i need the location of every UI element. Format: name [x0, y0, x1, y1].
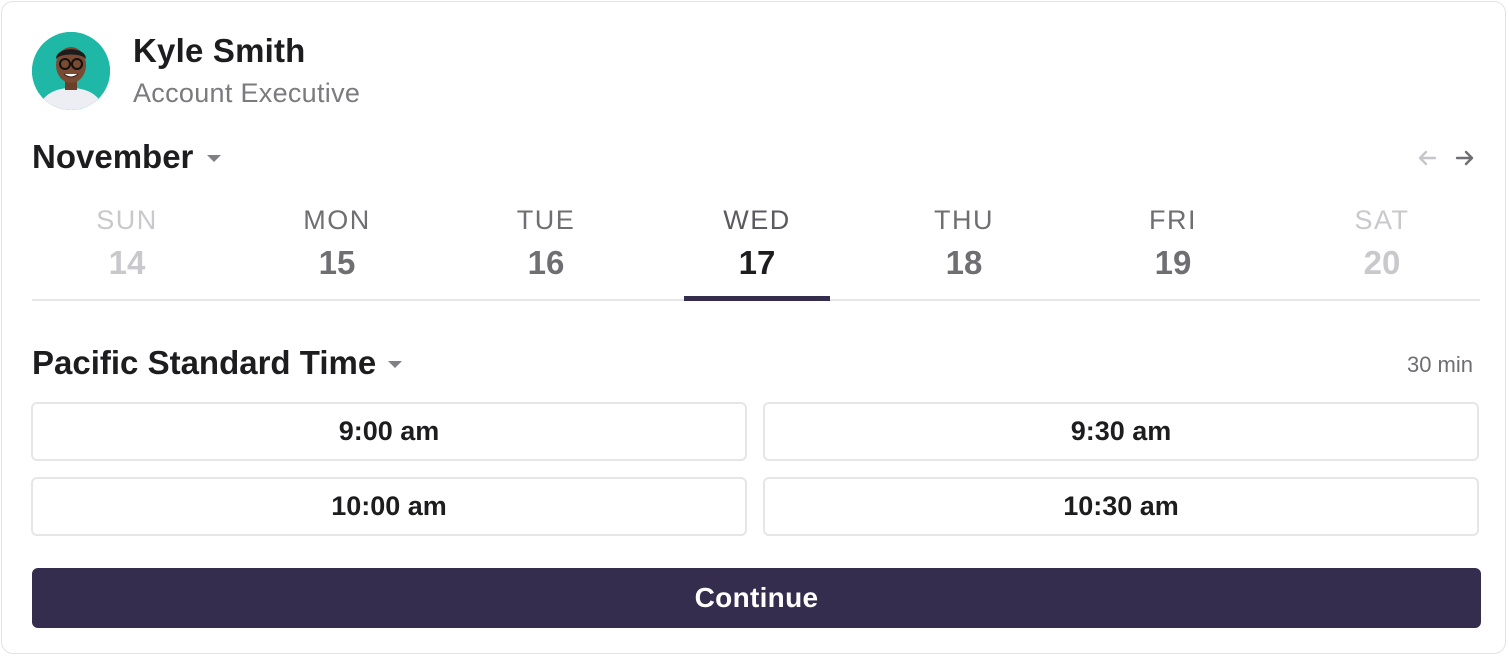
- time-slot-button[interactable]: 10:30 am: [763, 477, 1479, 536]
- month-label: November: [32, 138, 194, 175]
- day-name: MON: [303, 205, 371, 235]
- day-number: 20: [1363, 244, 1401, 281]
- day-number: 14: [108, 244, 146, 281]
- day-name: SAT: [1354, 205, 1410, 235]
- day-wed[interactable]: WED 17: [684, 202, 830, 301]
- day-sun: SUN 14: [54, 202, 200, 299]
- day-name: WED: [723, 205, 791, 235]
- day-number: 15: [318, 244, 356, 281]
- arrow-left-icon[interactable]: [1415, 146, 1439, 170]
- day-name: FRI: [1149, 205, 1197, 235]
- timezone-selector[interactable]: Pacific Standard Time: [32, 344, 403, 382]
- day-mon[interactable]: MON 15: [264, 202, 410, 299]
- week-navigation: [1415, 146, 1477, 170]
- avatar: [32, 32, 110, 110]
- day-number: 17: [738, 244, 776, 281]
- day-number: 18: [945, 244, 983, 281]
- arrow-right-icon[interactable]: [1453, 146, 1477, 170]
- chevron-down-icon: [388, 360, 403, 368]
- timezone-label: Pacific Standard Time: [32, 344, 377, 381]
- day-thu[interactable]: THU 18: [891, 202, 1037, 299]
- person-avatar-icon: [32, 32, 110, 110]
- time-slot-button[interactable]: 10:00 am: [31, 477, 747, 536]
- chevron-down-icon: [207, 154, 222, 162]
- selected-day-indicator: [684, 296, 830, 301]
- day-number: 16: [527, 244, 565, 281]
- meeting-duration: 30 min: [1406, 352, 1473, 377]
- time-slot-button[interactable]: 9:00 am: [31, 402, 747, 461]
- continue-button[interactable]: Continue: [32, 568, 1481, 628]
- day-fri[interactable]: FRI 19: [1100, 202, 1246, 299]
- day-sat: SAT 20: [1309, 202, 1455, 299]
- booking-card: Kyle Smith Account Executive November SU…: [1, 1, 1506, 654]
- day-name: SUN: [96, 205, 158, 235]
- month-selector[interactable]: November: [32, 138, 222, 176]
- day-tue[interactable]: TUE 16: [473, 202, 619, 299]
- profile-name: Kyle Smith: [133, 32, 306, 69]
- profile-title: Account Executive: [133, 78, 361, 108]
- time-slot-button[interactable]: 9:30 am: [763, 402, 1479, 461]
- week-strip: SUN 14 MON 15 TUE 16 WED 17 THU 18 FRI 1…: [32, 202, 1480, 301]
- day-name: TUE: [516, 205, 576, 235]
- day-name: THU: [934, 205, 994, 235]
- day-number: 19: [1154, 244, 1192, 281]
